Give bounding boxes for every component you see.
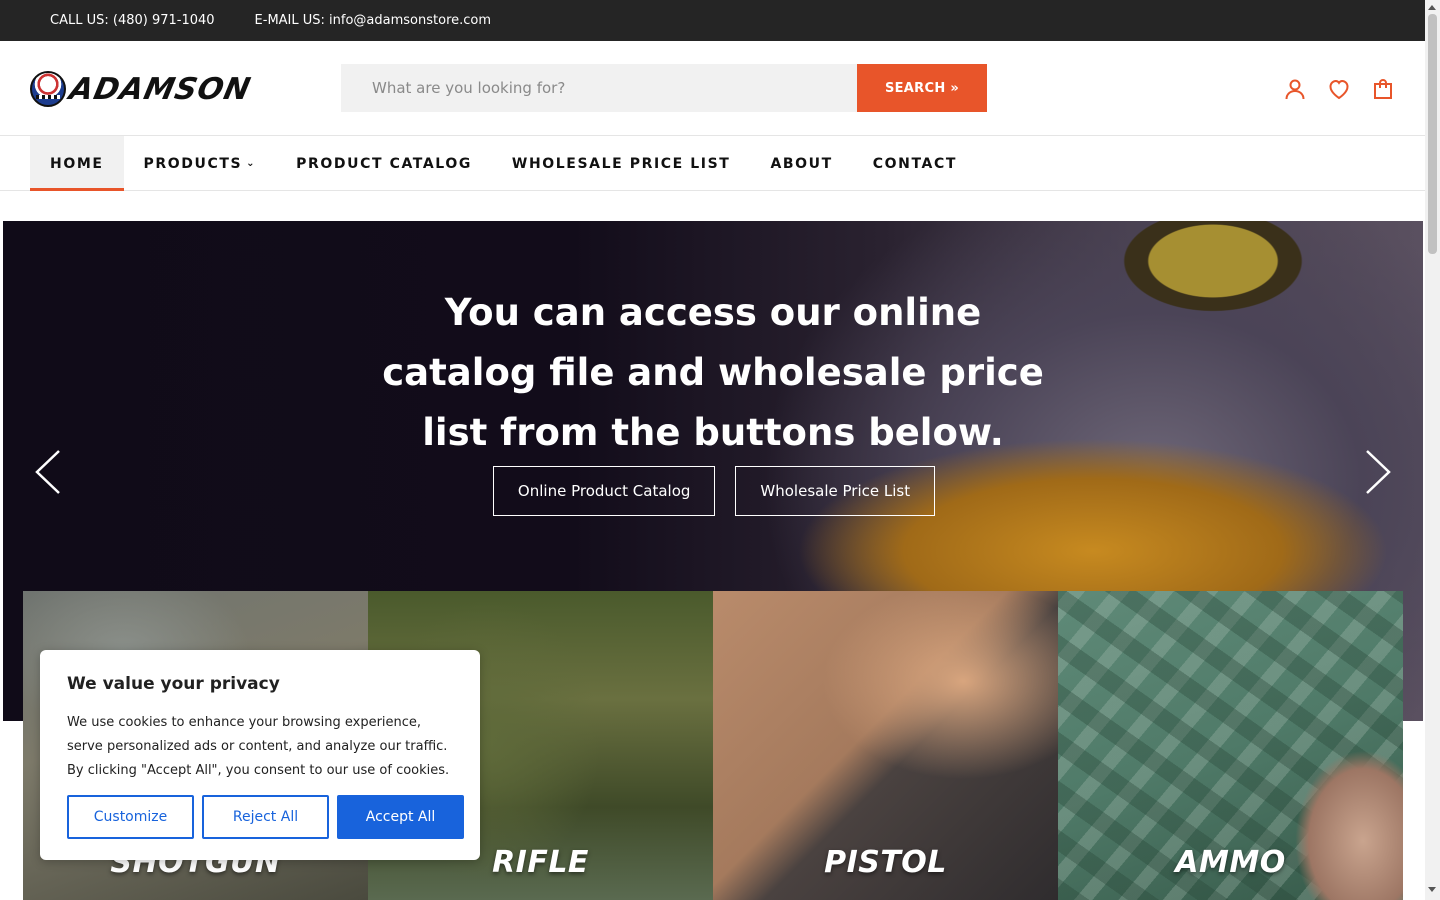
nav-item-product-catalog[interactable]: PRODUCT CATALOG — [276, 136, 492, 191]
site-logo[interactable]: ADAMSON — [30, 70, 285, 108]
accept-all-button[interactable]: Accept All — [337, 795, 464, 839]
nav-item-contact[interactable]: CONTACT — [853, 136, 977, 191]
search-button[interactable]: SEARCH » — [857, 64, 987, 112]
hero-buttons: Online Product Catalog Wholesale Price L… — [3, 466, 1423, 516]
logo-seal-icon — [30, 71, 66, 107]
nav-item-about[interactable]: ABOUT — [750, 136, 852, 191]
scroll-down-arrow-icon[interactable] — [1428, 887, 1436, 892]
nav-item-home[interactable]: HOME — [30, 136, 124, 191]
email-text[interactable]: E-MAIL US: info@adamsonstore.com — [255, 13, 491, 28]
wishlist-heart-icon[interactable] — [1327, 77, 1351, 101]
scroll-up-arrow-icon[interactable] — [1428, 5, 1436, 10]
search-input[interactable] — [341, 64, 857, 112]
scrollbar-thumb[interactable] — [1428, 14, 1437, 254]
cookie-title: We value your privacy — [67, 674, 280, 694]
reject-all-button[interactable]: Reject All — [202, 795, 329, 839]
slider-prev-arrow-icon[interactable] — [33, 449, 63, 495]
page-scrollbar[interactable] — [1425, 0, 1440, 900]
phone-text: CALL US: (480) 971-1040 — [50, 13, 215, 28]
site-header: ADAMSON SEARCH » — [0, 41, 1425, 136]
customize-button[interactable]: Customize — [67, 795, 194, 839]
search-form: SEARCH » — [341, 64, 987, 112]
category-tile-ammo[interactable]: AMMO — [1058, 591, 1403, 900]
top-bar: CALL US: (480) 971-1040 E-MAIL US: info@… — [0, 0, 1425, 41]
wholesale-price-list-button[interactable]: Wholesale Price List — [735, 466, 936, 516]
cart-bag-icon[interactable] — [1371, 77, 1395, 101]
category-label: AMMO — [1175, 845, 1286, 880]
hero-title: You can access our online catalog file a… — [382, 291, 1044, 454]
category-label: PISTOL — [824, 845, 947, 880]
category-tile-pistol[interactable]: PISTOL — [713, 591, 1058, 900]
nav-item-wholesale-price-list[interactable]: WHOLESALE PRICE LIST — [492, 136, 751, 191]
online-product-catalog-button[interactable]: Online Product Catalog — [492, 466, 716, 516]
account-icon[interactable] — [1283, 77, 1307, 101]
header-icons — [1283, 77, 1395, 101]
cookie-buttons: Customize Reject All Accept All — [67, 795, 464, 839]
logo-wordmark: ADAMSON — [66, 71, 255, 107]
nav-item-products[interactable]: PRODUCTS ⌄ — [124, 136, 277, 191]
chevron-down-icon: ⌄ — [246, 158, 257, 169]
cookie-consent-banner: We value your privacy We use cookies to … — [40, 650, 480, 860]
main-nav: HOME PRODUCTS ⌄ PRODUCT CATALOG WHOLESALE… — [0, 136, 1425, 191]
slider-next-arrow-icon[interactable] — [1363, 449, 1393, 495]
cookie-text: We use cookies to enhance your browsing … — [67, 715, 450, 778]
